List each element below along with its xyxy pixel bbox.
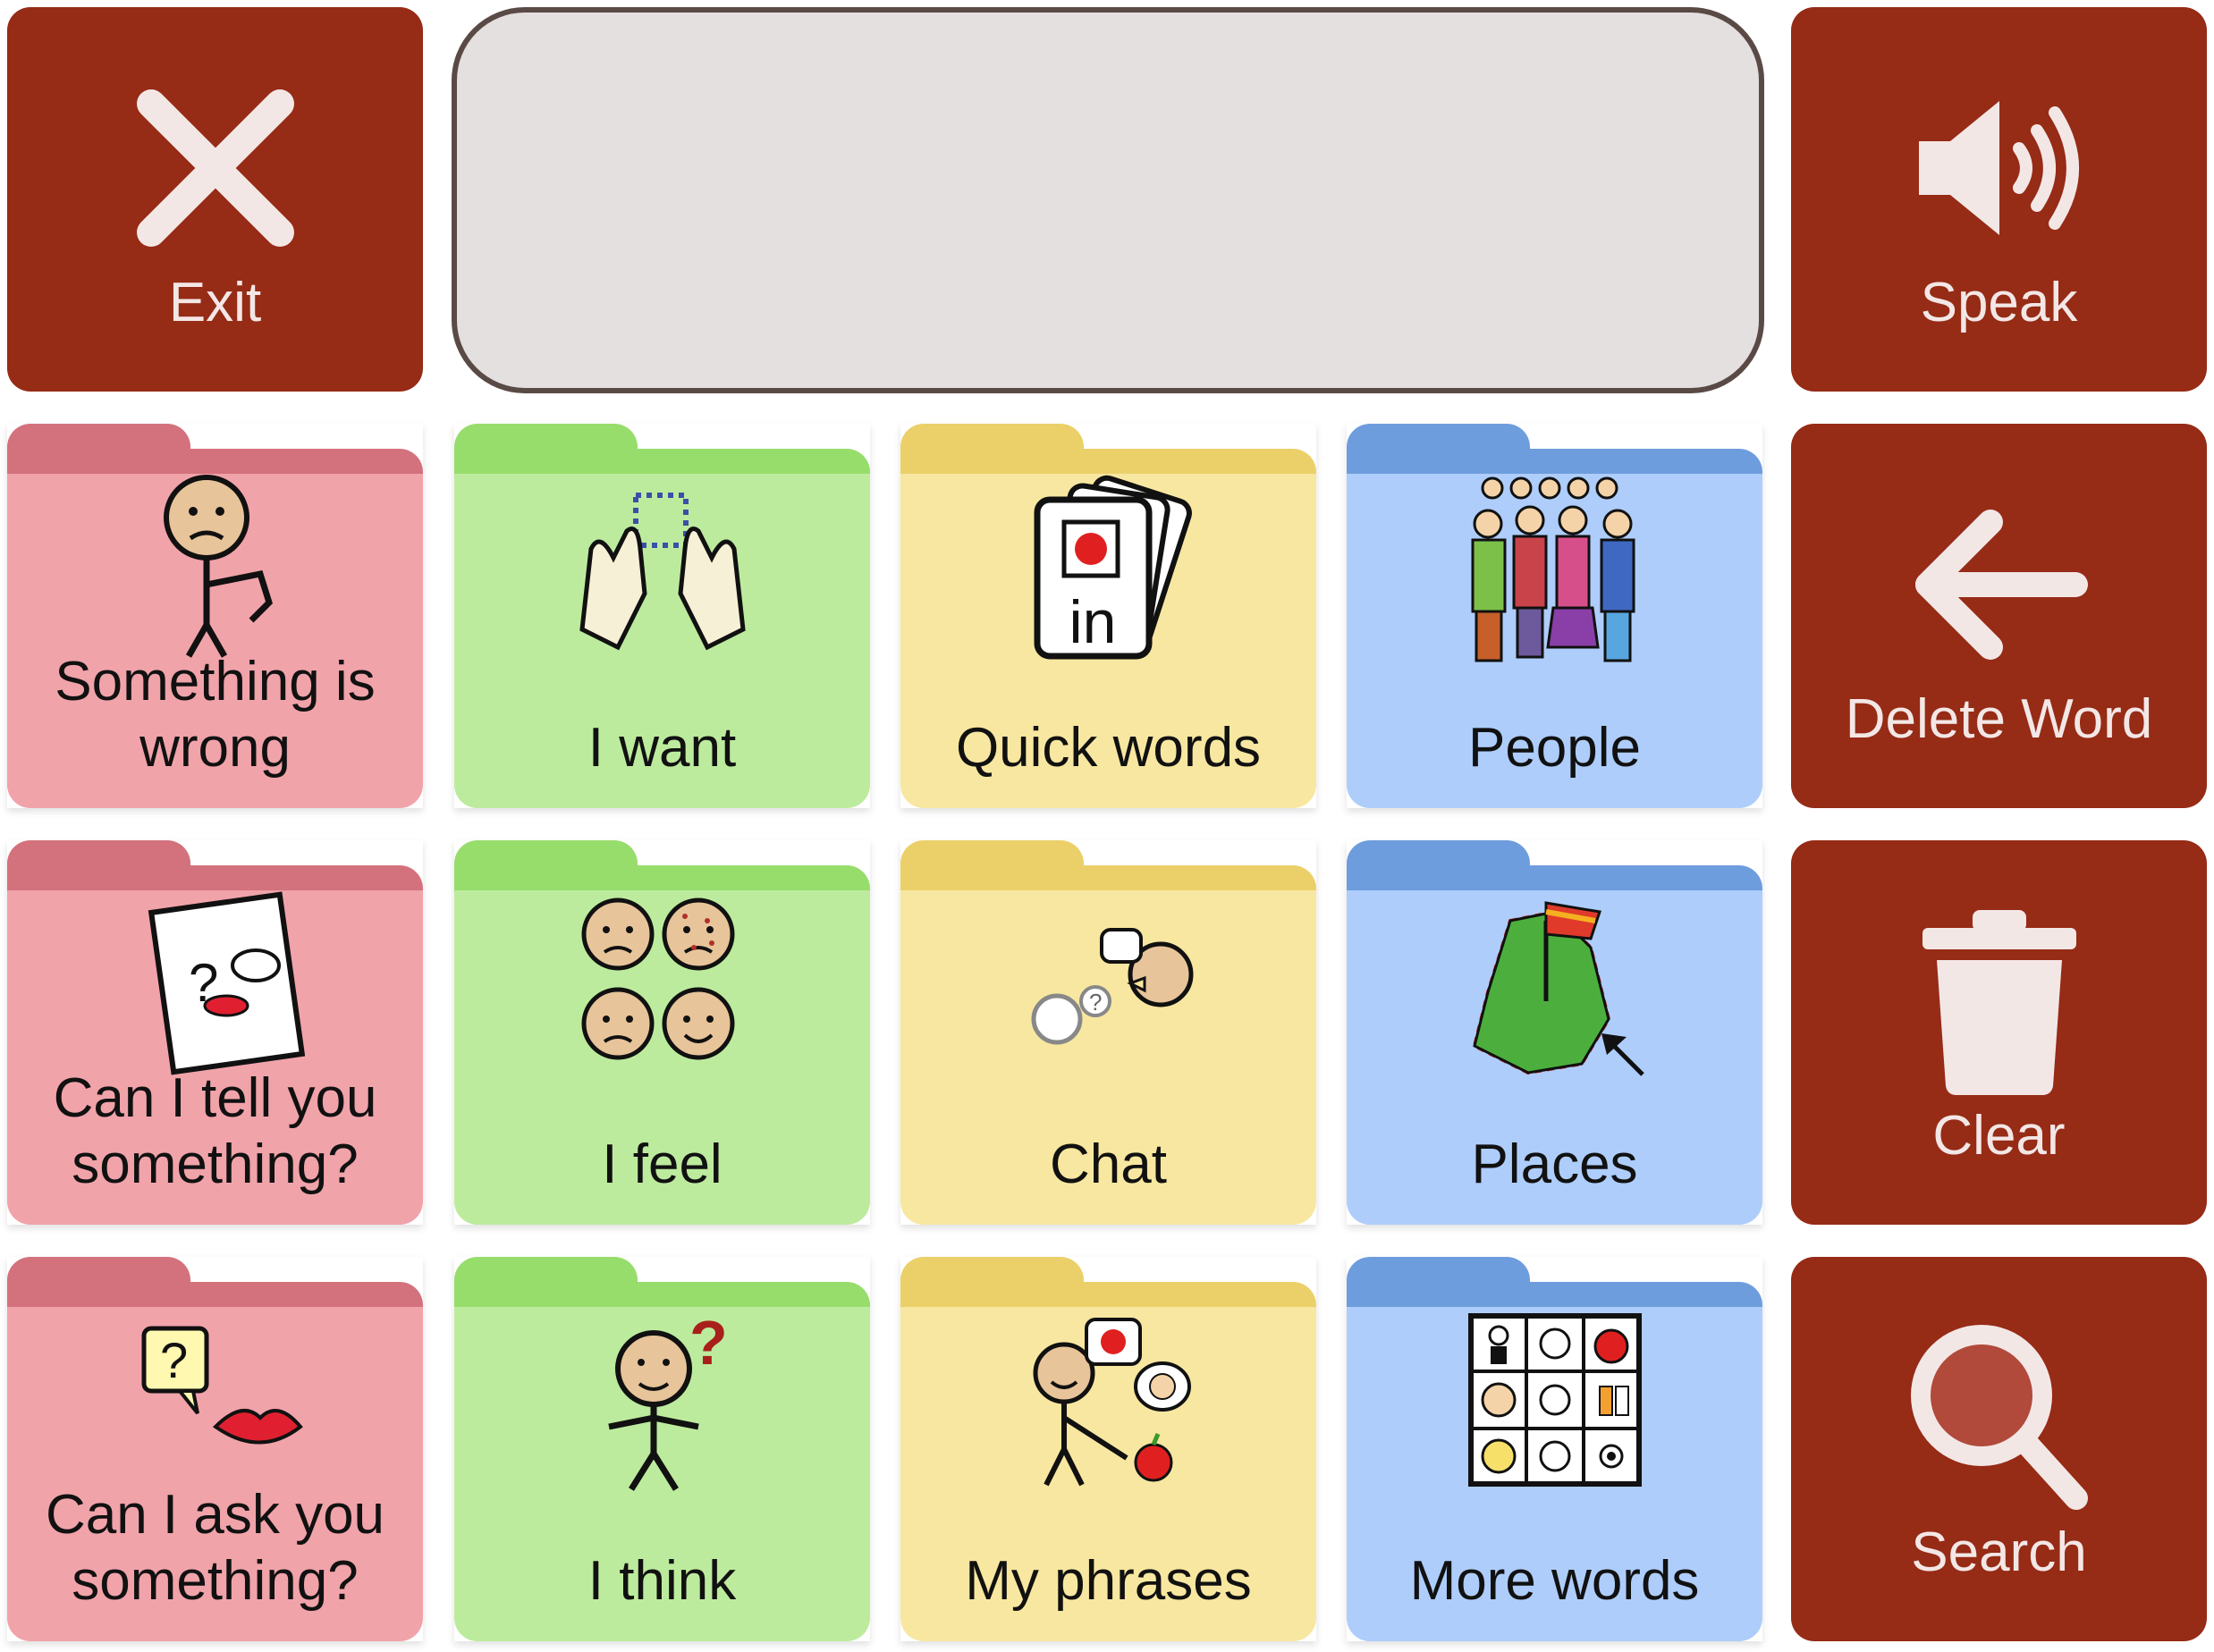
folder-my-phrases[interactable]: My phrases (900, 1257, 1316, 1641)
stop-face-icon (7, 451, 423, 683)
search-button[interactable]: Search (1791, 1257, 2207, 1641)
folder-label: Can I tell you something? (53, 1067, 377, 1195)
delete-word-button[interactable]: Delete Word (1791, 424, 2207, 808)
exit-label: Exit (168, 272, 262, 333)
people-group-icon (1347, 451, 1762, 683)
tell-card-icon: ? (7, 867, 423, 1100)
speaker-icon (1791, 61, 2207, 275)
folder-i-feel[interactable]: I feel (454, 840, 870, 1225)
folder-label: More words (1409, 1550, 1700, 1612)
folder-label: I want (587, 717, 737, 779)
svg-text:?: ? (689, 1308, 728, 1378)
exit-button[interactable]: Exit (7, 7, 423, 392)
folder-places[interactable]: Places (1347, 840, 1762, 1225)
folder-can-i-tell-you-something[interactable]: ? Can I tell you something? (7, 840, 423, 1225)
arrow-left-icon (1791, 477, 2207, 692)
phrases-person-icon (900, 1284, 1316, 1516)
speak-button[interactable]: Speak (1791, 7, 2207, 392)
svg-text:?: ? (1089, 989, 1102, 1016)
think-person-icon: ? (454, 1284, 870, 1516)
folder-quick-words[interactable]: in Quick words (900, 424, 1316, 808)
folder-label: Chat (1050, 1134, 1167, 1195)
delete-word-label: Delete Word (1845, 688, 2153, 750)
folder-label: Can I ask you something? (45, 1484, 385, 1612)
want-hands-icon (454, 451, 870, 683)
svg-text:?: ? (160, 1332, 188, 1388)
folder-label: I think (587, 1550, 737, 1612)
folder-i-think[interactable]: ? I think (454, 1257, 870, 1641)
folder-i-want[interactable]: I want (454, 424, 870, 808)
close-icon (7, 61, 423, 275)
folder-can-i-ask-you-something[interactable]: ? Can I ask you something? (7, 1257, 423, 1641)
folder-something-is-wrong[interactable]: Something is wrong (7, 424, 423, 808)
symbol-grid-icon (1347, 1284, 1762, 1516)
speak-label: Speak (1920, 272, 2078, 333)
folder-label: My phrases (965, 1550, 1252, 1612)
clear-button[interactable]: Clear (1791, 840, 2207, 1225)
folder-chat[interactable]: ? Chat (900, 840, 1316, 1225)
folder-label: I feel (602, 1134, 723, 1195)
trash-icon (1791, 894, 2207, 1108)
clear-label: Clear (1932, 1105, 2066, 1167)
cards-icon: in (900, 451, 1316, 683)
svg-text:in: in (1069, 588, 1116, 656)
search-label: Search (1911, 1521, 2087, 1583)
folder-label: People (1467, 717, 1642, 779)
chat-faces-icon: ? (900, 867, 1316, 1100)
folder-label: Quick words (955, 717, 1262, 779)
ask-question-icon: ? (7, 1284, 423, 1516)
magnifier-icon (1791, 1311, 2207, 1525)
map-flag-icon (1347, 867, 1762, 1100)
feelings-faces-icon (454, 867, 870, 1100)
message-display[interactable] (452, 7, 1764, 393)
folder-more-words[interactable]: More words (1347, 1257, 1762, 1641)
folder-people[interactable]: People (1347, 424, 1762, 808)
folder-label: Places (1471, 1134, 1638, 1195)
folder-label: Something is wrong (55, 651, 376, 779)
